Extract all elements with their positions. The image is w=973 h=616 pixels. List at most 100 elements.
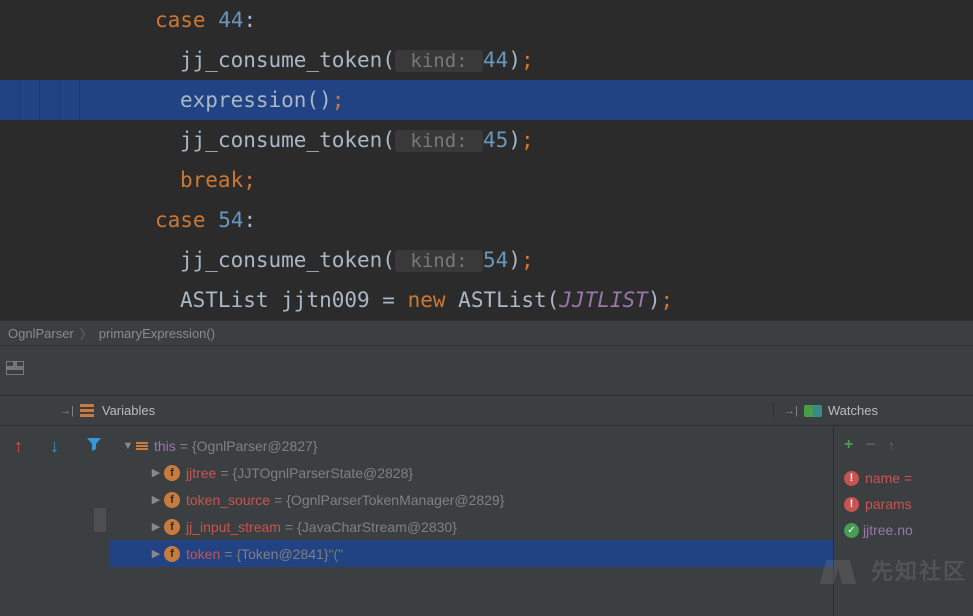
token-num: 44 <box>218 8 243 32</box>
code-line[interactable]: jj_consume_token( kind: 45); <box>0 120 973 160</box>
code-line[interactable]: ASTList jjtn009 = new ASTList(JJTLIST); <box>0 280 973 320</box>
debug-panel-headers: →| Variables →| Watches <box>0 396 973 426</box>
move-up-icon[interactable]: ↑ <box>888 437 895 453</box>
token-ident: ASTList( <box>458 288 559 312</box>
breadcrumb-item[interactable]: primaryExpression() <box>95 326 219 341</box>
collapse-icon[interactable]: →| <box>784 405 798 417</box>
token-italic-const: JJTLIST <box>559 288 648 312</box>
watch-item[interactable]: !name = <box>844 465 963 491</box>
watch-item[interactable]: ✓jjtree.no <box>844 517 963 543</box>
token-semi: ; <box>521 128 534 152</box>
step-into-icon[interactable]: ↓ <box>50 436 68 454</box>
watch-name: params <box>865 496 912 512</box>
tree-row[interactable]: ▶ftoken_source={OgnlParserTokenManager@2… <box>110 486 833 513</box>
remove-watch-icon[interactable]: − <box>865 434 876 455</box>
variables-tree[interactable]: ▼ this = {OgnlParser@2827} ▶fjjtree={JJT… <box>110 426 833 616</box>
token-hint: kind: <box>395 130 483 152</box>
code-line[interactable]: jj_consume_token( kind: 44); <box>0 40 973 80</box>
variables-icon <box>80 404 94 417</box>
breadcrumb[interactable]: OgnlParser 〉 primaryExpression() <box>0 320 973 346</box>
token-semi: ; <box>243 168 256 192</box>
code-editor[interactable]: case 44:jj_consume_token( kind: 44);expr… <box>0 0 973 320</box>
token-hint: kind: <box>395 250 483 272</box>
equals: = <box>220 465 228 481</box>
expand-icon[interactable]: ▶ <box>148 493 164 506</box>
token-ident: expression() <box>180 88 332 112</box>
token-num: 54 <box>483 248 508 272</box>
debug-toolbar <box>0 346 973 396</box>
step-out-icon[interactable]: ↑ <box>14 436 32 454</box>
watches-toolbar: + − ↑ <box>844 434 963 455</box>
token-semi: ; <box>332 88 345 112</box>
token-ident: jj_consume_token( <box>180 248 395 272</box>
tree-row[interactable]: ▶fjjtree={JJTOgnlParserState@2828} <box>110 459 833 486</box>
scrollbar-thumb[interactable] <box>94 508 106 532</box>
var-string: "(" <box>329 546 344 562</box>
watches-title: Watches <box>828 403 878 418</box>
object-icon <box>136 442 148 450</box>
var-value: {OgnlParserTokenManager@2829} <box>286 492 504 508</box>
token-num: 44 <box>483 48 508 72</box>
watches-panel[interactable]: + − ↑ !name =! params ✓jjtree.no <box>833 426 973 616</box>
add-watch-icon[interactable]: + <box>844 436 853 454</box>
expand-icon[interactable]: ▶ <box>148 520 164 533</box>
filter-icon[interactable] <box>86 436 104 454</box>
watch-item[interactable]: ! params <box>844 491 963 517</box>
token-ident: jjtn009 = <box>281 288 407 312</box>
field-icon: f <box>164 465 180 481</box>
token-ident: ) <box>508 248 521 272</box>
breadcrumb-item[interactable]: OgnlParser <box>4 326 78 341</box>
token-classname: ASTList <box>180 288 281 312</box>
watches-header[interactable]: →| Watches <box>773 403 973 418</box>
tree-row[interactable]: ▶ftoken={Token@2841} "(" <box>110 540 833 567</box>
token-ident: jj_consume_token( <box>180 48 395 72</box>
token-num: 45 <box>483 128 508 152</box>
var-name: token_source <box>186 492 270 508</box>
token-hint: kind: <box>395 50 483 72</box>
watch-name: name = <box>865 470 912 486</box>
token-ident: : <box>244 208 257 232</box>
variables-header[interactable]: →| Variables <box>0 403 773 418</box>
code-line[interactable]: case 44: <box>0 0 973 40</box>
token-semi: ; <box>521 48 534 72</box>
var-value: {JavaCharStream@2830} <box>297 519 457 535</box>
breadcrumb-separator: 〉 <box>80 324 93 343</box>
collapse-icon[interactable]: →| <box>60 405 74 417</box>
token-kw: case <box>155 8 218 32</box>
var-name: token <box>186 546 220 562</box>
layout-icon[interactable] <box>6 361 24 380</box>
token-ident: jj_consume_token( <box>180 128 395 152</box>
var-name: jj_input_stream <box>186 519 281 535</box>
tree-row-root[interactable]: ▼ this = {OgnlParser@2827} <box>110 432 833 459</box>
code-line[interactable]: jj_consume_token( kind: 54); <box>0 240 973 280</box>
token-kw: break <box>180 168 243 192</box>
token-semi: ; <box>521 248 534 272</box>
equals: = <box>180 438 188 454</box>
equals: = <box>285 519 293 535</box>
equals: = <box>274 492 282 508</box>
token-new-kw: new <box>408 288 459 312</box>
tree-row[interactable]: ▶f jj_input_stream={JavaCharStream@2830} <box>110 513 833 540</box>
expand-icon[interactable]: ▶ <box>148 547 164 560</box>
var-value: {JJTOgnlParserState@2828} <box>233 465 414 481</box>
code-line[interactable]: break; <box>0 160 973 200</box>
code-line[interactable]: expression(); <box>0 80 973 120</box>
expand-icon[interactable]: ▼ <box>120 440 136 452</box>
token-kw: case <box>155 208 218 232</box>
code-line[interactable]: case 54: <box>0 200 973 240</box>
field-icon: f <box>164 546 180 562</box>
var-value: {OgnlParser@2827} <box>192 438 318 454</box>
token-num: 54 <box>218 208 243 232</box>
watch-name: jjtree.no <box>863 522 913 538</box>
expand-icon[interactable]: ▶ <box>148 466 164 479</box>
token-ident: : <box>244 8 257 32</box>
error-icon: ! <box>844 497 859 512</box>
watches-icon <box>804 405 822 417</box>
var-name: this <box>154 438 176 454</box>
variables-title: Variables <box>102 403 155 418</box>
var-value: {Token@2841} <box>236 546 328 562</box>
field-icon: f <box>164 519 180 535</box>
token-ident: ) <box>648 288 661 312</box>
debug-body: ↑ ↓ ▼ this = {OgnlParser@2827} ▶fjjtree=… <box>0 426 973 616</box>
token-ident: ) <box>508 48 521 72</box>
